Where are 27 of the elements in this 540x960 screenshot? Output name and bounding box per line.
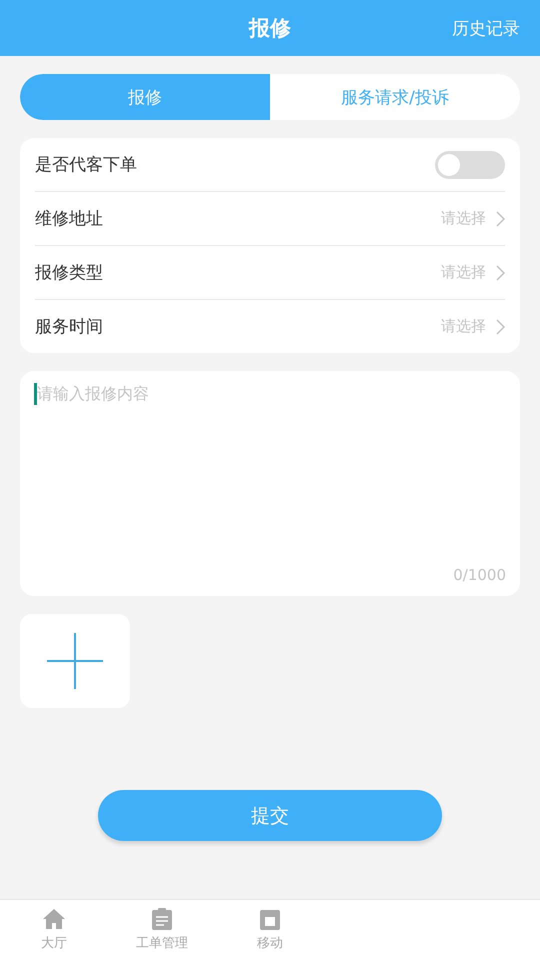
content-field[interactable]: 请输入报修内容 0/1000: [20, 371, 520, 596]
home-icon: [42, 908, 66, 930]
chevron-right-icon: [496, 210, 505, 226]
field-label: 服务时间: [35, 316, 104, 338]
history-link[interactable]: 历史记录: [452, 16, 520, 40]
chevron-right-icon: [496, 264, 505, 280]
field-label: 报修类型: [35, 262, 104, 284]
submit-button[interactable]: 提交: [98, 790, 442, 841]
plus-icon: [46, 632, 104, 690]
content-placeholder: 请输入报修内容: [37, 384, 149, 404]
tab-bar-item[interactable]: 移动: [216, 900, 324, 960]
character-counter: 0/1000: [453, 566, 506, 584]
select-placeholder[interactable]: 请选择: [441, 209, 486, 228]
field-label: 维修地址: [35, 208, 104, 230]
tab-bar-item[interactable]: 大厅: [0, 900, 108, 960]
select-placeholder[interactable]: 请选择: [441, 263, 486, 282]
clipboard-icon: [152, 908, 172, 930]
field-label: 是否代客下单: [35, 154, 138, 176]
segment-tab[interactable]: 报修: [20, 74, 270, 120]
select-placeholder[interactable]: 请选择: [441, 317, 486, 336]
chevron-right-icon: [496, 318, 505, 334]
add-photo-button[interactable]: [20, 614, 130, 708]
page-title: 报修: [249, 15, 291, 42]
toggle-switch[interactable]: [435, 150, 505, 178]
tab-bar-item[interactable]: 工单管理: [108, 900, 216, 960]
calendar-icon: [260, 908, 280, 930]
segment-tab[interactable]: 服务请求/投诉: [270, 74, 520, 120]
